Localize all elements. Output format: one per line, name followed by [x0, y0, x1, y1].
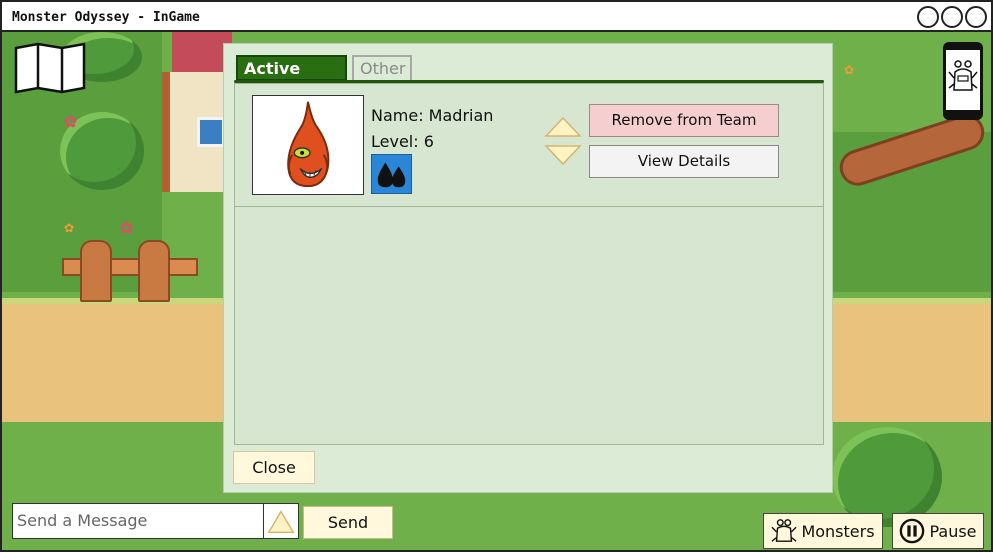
map-icon[interactable] [14, 42, 86, 94]
title-bar: Monster Odyssey - InGame [2, 2, 991, 32]
window-title: Monster Odyssey - InGame [12, 10, 200, 25]
monster-silhouette-icon [948, 60, 978, 91]
madrian-monster-image [287, 101, 330, 188]
view-details-button[interactable]: View Details [589, 145, 779, 178]
phone-device-icon[interactable] [943, 42, 983, 120]
flower: ✿ [844, 63, 855, 77]
fence-post [138, 240, 170, 302]
water-drops-icon [371, 154, 412, 194]
team-list-panel: Name: Madrian Level: 6 Remove from Team … [234, 83, 824, 445]
fence-post [80, 240, 112, 302]
tab-other[interactable]: Other [352, 55, 412, 81]
monster-icon [771, 519, 798, 542]
remove-from-team-button[interactable]: Remove from Team [589, 104, 779, 137]
pause-label: Pause [929, 521, 977, 541]
chat-message-input[interactable]: Send a Message [12, 503, 264, 539]
minimize-button[interactable] [917, 6, 939, 28]
house-window [197, 117, 225, 147]
chat-history-up-icon[interactable] [263, 503, 299, 539]
monster-portrait [252, 95, 364, 195]
close-window-button[interactable] [965, 6, 987, 28]
monster-name: Name: Madrian [371, 106, 494, 125]
move-up-arrow-icon[interactable] [544, 116, 582, 138]
monsters-button[interactable]: Monsters [763, 513, 883, 549]
bush [832, 427, 942, 527]
monster-level: Level: 6 [371, 132, 434, 151]
monster-team-dialog: Active Team Other Name: Madrian [223, 43, 833, 493]
monsters-label: Monsters [801, 521, 875, 541]
flower: ✿ [64, 112, 78, 131]
maximize-button[interactable] [941, 6, 963, 28]
window-controls [917, 6, 987, 28]
flower: ✿ [64, 221, 75, 235]
phone-screen [946, 50, 980, 110]
flower: ✿ [120, 218, 134, 237]
send-button[interactable]: Send [303, 506, 393, 539]
pause-button[interactable]: Pause [892, 513, 984, 549]
move-down-arrow-icon[interactable] [544, 144, 582, 166]
pause-icon [900, 518, 925, 544]
game-window: Monster Odyssey - InGame ✿ ✿ ✿ ✿ Active … [0, 0, 993, 552]
tab-active-team[interactable]: Active Team [236, 55, 347, 102]
team-member-row: Name: Madrian Level: 6 Remove from Team … [235, 84, 823, 207]
close-dialog-button[interactable]: Close [233, 451, 315, 484]
